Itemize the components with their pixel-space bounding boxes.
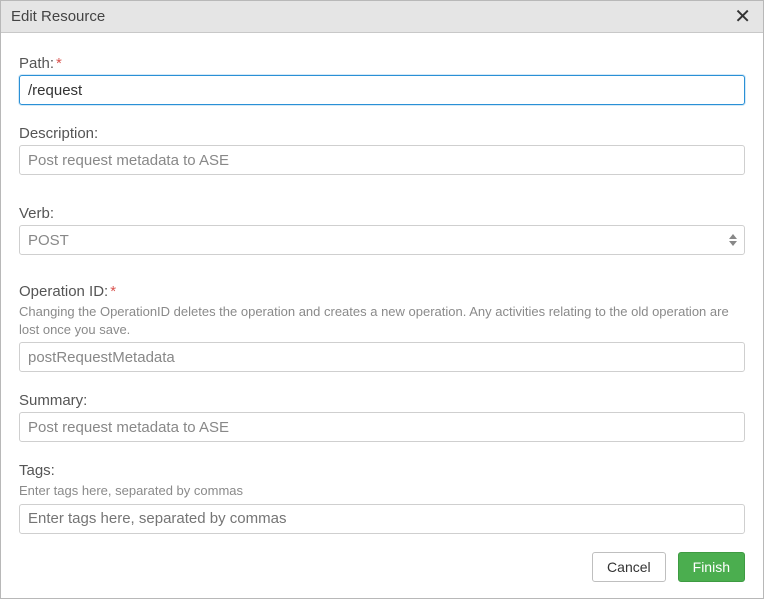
required-mark: * <box>110 283 116 300</box>
dialog-title: Edit Resource <box>11 8 105 25</box>
dialog-titlebar: Edit Resource ✕ <box>1 1 763 33</box>
tags-input[interactable] <box>19 504 745 534</box>
dialog-body: Path:* Description: Verb: POST Operat <box>1 33 763 538</box>
summary-input[interactable] <box>19 412 745 442</box>
path-input[interactable] <box>19 75 745 105</box>
edit-resource-dialog: Edit Resource ✕ Path:* Description: Verb… <box>0 0 764 599</box>
path-label-text: Path: <box>19 55 54 72</box>
close-icon[interactable]: ✕ <box>732 5 753 29</box>
verb-select[interactable]: POST <box>19 225 745 255</box>
operation-id-label: Operation ID:* <box>19 283 745 300</box>
path-field-block: Path:* <box>19 55 745 105</box>
description-label: Description: <box>19 125 745 142</box>
cancel-button[interactable]: Cancel <box>592 552 666 582</box>
verb-select-wrap: POST <box>19 225 745 255</box>
summary-label: Summary: <box>19 392 745 409</box>
path-label: Path:* <box>19 55 745 72</box>
operation-id-field-block: Operation ID:* Changing the OperationID … <box>19 283 745 372</box>
description-field-block: Description: <box>19 125 745 175</box>
dialog-footer: Cancel Finish <box>1 538 763 598</box>
verb-label: Verb: <box>19 205 745 222</box>
verb-field-block: Verb: POST <box>19 205 745 255</box>
operation-id-help: Changing the OperationID deletes the ope… <box>19 303 745 338</box>
tags-label: Tags: <box>19 462 745 479</box>
description-input[interactable] <box>19 145 745 175</box>
finish-button[interactable]: Finish <box>678 552 745 582</box>
operation-id-input[interactable] <box>19 342 745 372</box>
tags-field-block: Tags: Enter tags here, separated by comm… <box>19 462 745 534</box>
operation-id-label-text: Operation ID: <box>19 283 108 300</box>
summary-field-block: Summary: <box>19 392 745 442</box>
tags-help: Enter tags here, separated by commas <box>19 482 745 500</box>
required-mark: * <box>56 55 62 72</box>
